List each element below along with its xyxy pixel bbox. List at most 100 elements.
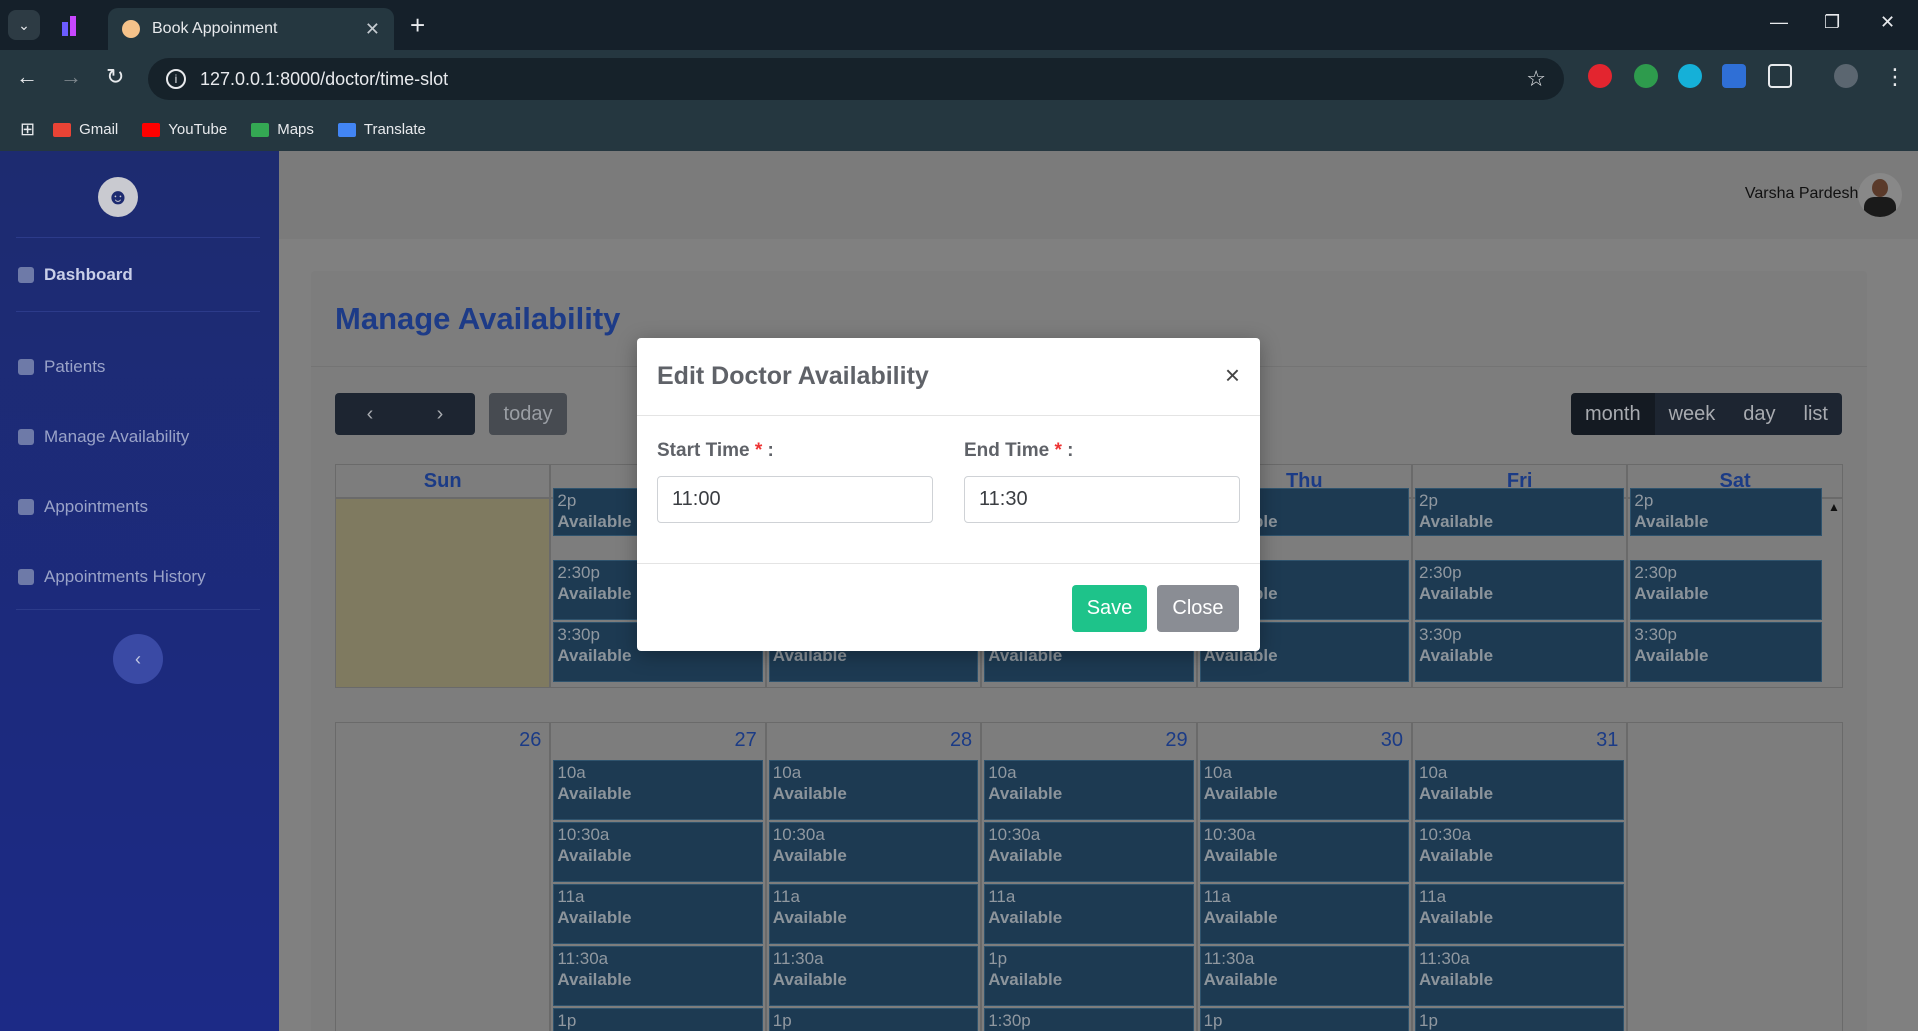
availability-event[interactable]: 1pAvailable [1199, 1008, 1409, 1031]
bookmark-maps[interactable]: Maps [251, 121, 314, 138]
tab-book-appointment[interactable]: Book Appoinment ✕ [108, 8, 394, 50]
close-icon[interactable]: × [1225, 360, 1240, 391]
availability-event[interactable]: 11:30a Available [768, 946, 979, 1006]
day-number[interactable]: 26 [519, 729, 541, 752]
sidebar-item-manage-availability[interactable]: Manage Availability [18, 427, 189, 447]
view-week-button[interactable]: week [1654, 393, 1730, 435]
edit-availability-modal: Edit Doctor Availability × Start Time * … [637, 338, 1260, 651]
availability-event[interactable]: 2p Available [1415, 488, 1625, 536]
apps-grid-icon[interactable]: ⊞ [20, 119, 35, 140]
availability-event[interactable]: 11:30a Available [553, 946, 763, 1006]
event-time: 2:30p [557, 563, 600, 582]
view-list-button[interactable]: list [1789, 393, 1842, 435]
view-month-button[interactable]: month [1571, 393, 1655, 435]
availability-event[interactable]: 2:30p Available [1415, 560, 1625, 620]
profile-avatar-icon[interactable] [1834, 64, 1858, 88]
extension-blue-icon[interactable] [1722, 64, 1746, 88]
availability-event[interactable]: 10a Available [768, 760, 979, 820]
end-time-input[interactable] [964, 476, 1240, 523]
extension-green-icon[interactable] [1634, 64, 1658, 88]
availability-event[interactable]: 10a Available [984, 760, 1194, 820]
view-day-button[interactable]: day [1729, 393, 1790, 435]
availability-event[interactable]: 10:30a Available [768, 822, 979, 882]
minimize-button[interactable]: — [1770, 12, 1788, 33]
availability-event[interactable]: 2p Available [1630, 488, 1822, 536]
day-number[interactable]: 30 [1381, 729, 1403, 752]
calendar-icon [18, 499, 34, 515]
availability-event[interactable]: 11a Available [553, 884, 763, 944]
availability-event[interactable]: 11a Available [1199, 884, 1409, 944]
today-button[interactable]: today [489, 393, 567, 435]
availability-event[interactable]: 1:30pAvailable [984, 1008, 1194, 1031]
availability-event[interactable]: 10a Available [553, 760, 763, 820]
availability-event[interactable]: 3:30p Available [1630, 622, 1822, 682]
app-logo-icon[interactable] [62, 14, 82, 36]
user-name[interactable]: Varsha Pardeshi [1745, 185, 1862, 203]
grammarly-icon[interactable] [1678, 64, 1702, 88]
availability-event[interactable]: 10:30a Available [1415, 822, 1625, 882]
availability-event[interactable]: 11:30a Available [1199, 946, 1409, 1006]
availability-event[interactable]: 11:30a Available [1415, 946, 1625, 1006]
availability-event[interactable]: 10a Available [1199, 760, 1409, 820]
avatar[interactable] [1858, 173, 1902, 217]
availability-event[interactable]: 2:30p Available [1630, 560, 1822, 620]
bookmark-star-icon[interactable]: ☆ [1526, 66, 1546, 92]
availability-event[interactable]: 10:30a Available [1199, 822, 1409, 882]
forward-button[interactable]: → [60, 64, 82, 90]
extensions-puzzle-icon[interactable] [1768, 64, 1792, 88]
sidebar-item-label: Patients [44, 357, 106, 376]
event-status: Available [1203, 970, 1278, 989]
site-info-icon[interactable]: i [166, 69, 186, 89]
save-button[interactable]: Save [1072, 585, 1147, 632]
sidebar-divider [16, 609, 260, 610]
close-tab-icon[interactable]: ✕ [365, 19, 380, 40]
day-number[interactable]: 27 [735, 729, 757, 752]
restore-button[interactable]: ❐ [1824, 12, 1840, 33]
menu-kebab-icon[interactable]: ⋮ [1884, 64, 1906, 90]
availability-event[interactable]: 10:30a Available [553, 822, 763, 882]
availability-event[interactable]: 11a Available [768, 884, 979, 944]
bookmark-youtube[interactable]: YouTube [142, 121, 227, 138]
event-status: Available [772, 784, 847, 803]
day-number[interactable]: 31 [1596, 729, 1618, 752]
availability-event[interactable]: 1pAvailable [553, 1008, 763, 1031]
scrollbar-up-arrow[interactable]: ▲ [1825, 500, 1843, 518]
bookmark-gmail[interactable]: Gmail [53, 121, 118, 138]
start-time-input[interactable] [657, 476, 933, 523]
chevron-left-icon: ‹ [366, 402, 374, 425]
calendar-day-cell[interactable] [1627, 722, 1843, 1031]
day-number[interactable]: 29 [1165, 729, 1187, 752]
day-number[interactable]: 28 [950, 729, 972, 752]
sidebar-item-appointments[interactable]: Appointments [18, 497, 148, 517]
calendar-day-cell[interactable]: 26 [335, 722, 551, 1031]
availability-event[interactable]: 3:30p Available [1415, 622, 1625, 682]
gmail-icon [53, 122, 72, 137]
sidebar-item-dashboard[interactable]: Dashboard [18, 265, 133, 285]
new-tab-button[interactable]: + [410, 10, 425, 41]
logo-icon[interactable]: ☻ [98, 177, 138, 217]
reload-button[interactable]: ↻ [106, 64, 124, 90]
availability-event[interactable]: 11a Available [1415, 884, 1625, 944]
availability-event[interactable]: 1pAvailable [1415, 1008, 1625, 1031]
next-button[interactable]: › [405, 393, 475, 435]
calendar-day-cell[interactable] [335, 498, 551, 688]
close-window-button[interactable]: ✕ [1880, 12, 1895, 33]
sidebar-collapse-button[interactable]: ‹ [113, 634, 163, 684]
bookmark-translate[interactable]: Translate [337, 121, 426, 138]
close-button[interactable]: Close [1157, 585, 1239, 632]
maps-icon [251, 122, 270, 137]
availability-event[interactable]: 11a Available [984, 884, 1194, 944]
availability-event[interactable]: 10a Available [1415, 760, 1625, 820]
availability-event[interactable]: 10:30a Available [984, 822, 1194, 882]
sidebar-item-appointments-history[interactable]: Appointments History [18, 567, 206, 587]
address-bar[interactable]: i 127.0.0.1:8000/doctor/time-slot ☆ [148, 58, 1564, 100]
availability-event[interactable]: 1pAvailable [984, 946, 1194, 1006]
extension-red-icon[interactable] [1588, 64, 1612, 88]
back-button[interactable]: ← [16, 64, 38, 90]
tab-search-button[interactable]: ⌄ [8, 10, 40, 40]
sidebar-item-patients[interactable]: Patients [18, 357, 105, 377]
required-mark: * [754, 440, 763, 461]
prev-button[interactable]: ‹ [335, 393, 405, 435]
availability-event[interactable]: 1pAvailable [768, 1008, 979, 1031]
event-time: 10a [1419, 763, 1448, 782]
